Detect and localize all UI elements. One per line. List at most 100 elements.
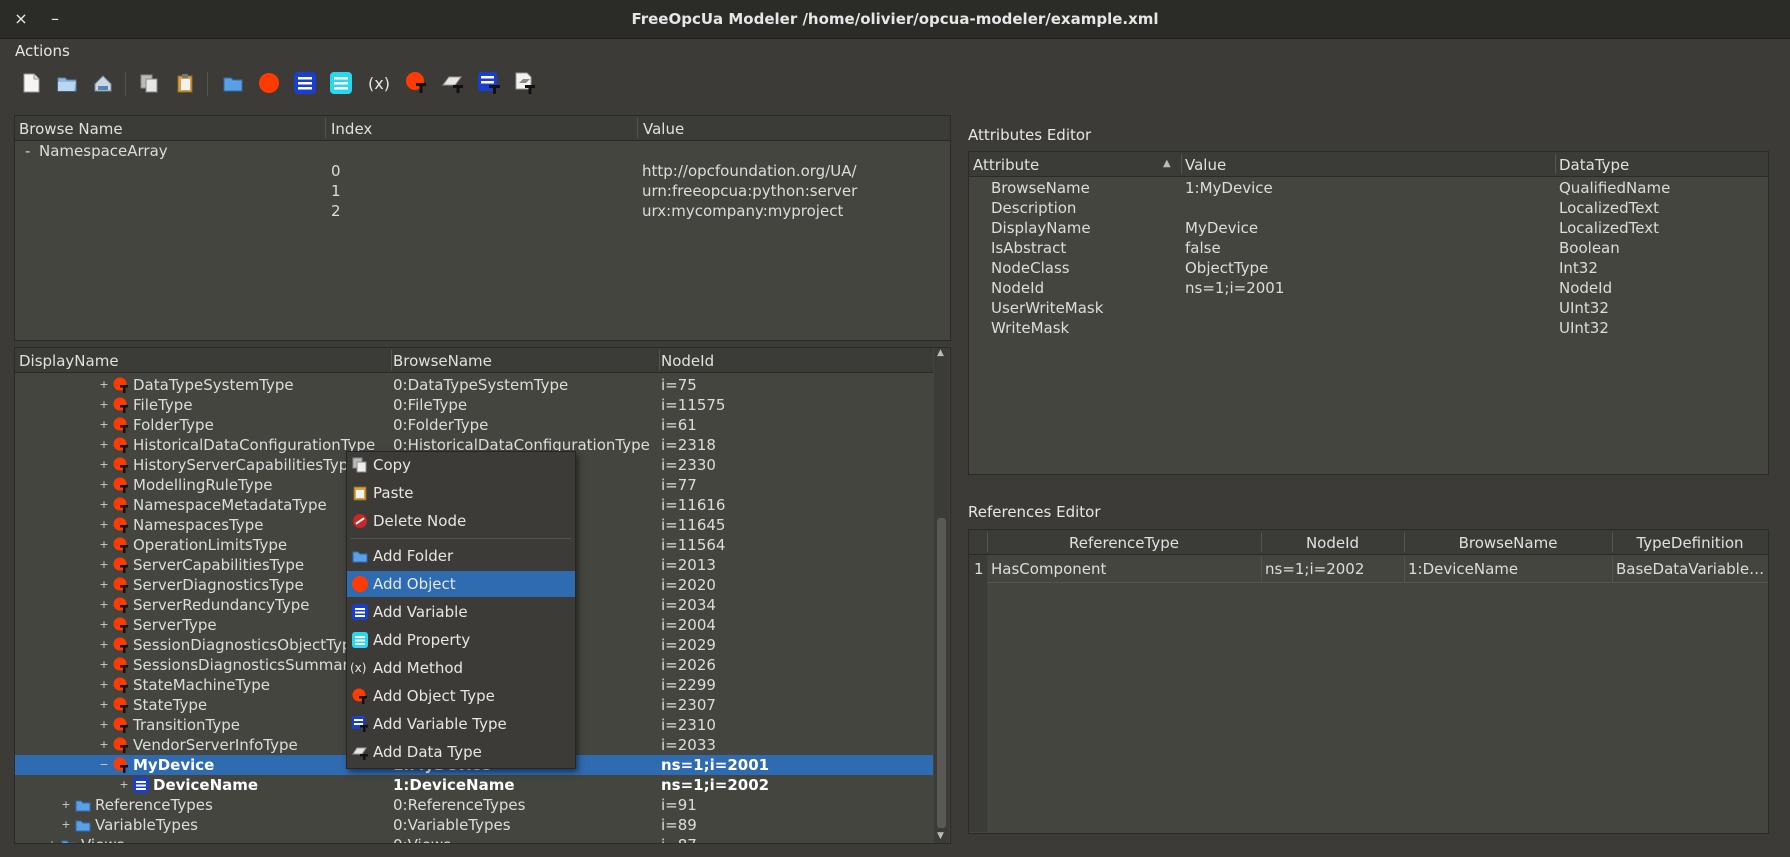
- expand-icon[interactable]: +: [99, 559, 109, 570]
- tree-row[interactable]: + FolderType 0:FolderType i=61: [15, 415, 933, 435]
- reference-row[interactable]: 1 HasComponent ns=1;i=2002 1:DeviceName …: [969, 557, 1768, 583]
- save-icon[interactable]: [90, 70, 116, 96]
- tree-row[interactable]: + DataTypeSystemType 0:DataTypeSystemType i…: [15, 375, 933, 395]
- expand-icon[interactable]: +: [61, 819, 71, 830]
- menu-add-variable-type[interactable]: Add Variable Type: [347, 711, 575, 737]
- tree-row[interactable]: + VariableTypes 0:VariableTypes i=89: [15, 815, 933, 835]
- namespace-row[interactable]: 1 urn:freeopcua:python:server: [15, 182, 950, 202]
- menu-add-object-type[interactable]: Add Object Type: [347, 683, 575, 709]
- expand-icon[interactable]: +: [99, 419, 109, 430]
- expand-icon[interactable]: +: [99, 519, 109, 530]
- expand-icon[interactable]: +: [99, 579, 109, 590]
- menu-copy[interactable]: Copy: [347, 452, 575, 478]
- menu-paste[interactable]: Paste: [347, 480, 575, 506]
- expand-icon[interactable]: +: [47, 839, 57, 843]
- expand-icon[interactable]: +: [99, 459, 109, 470]
- tree-row[interactable]: + DeviceName 1:DeviceName ns=1;i=2002: [15, 775, 933, 795]
- expand-icon[interactable]: +: [99, 639, 109, 650]
- header-display-name[interactable]: DisplayName: [19, 352, 119, 370]
- expand-icon[interactable]: +: [99, 599, 109, 610]
- expand-icon[interactable]: +: [99, 539, 109, 550]
- tree-vertical-scrollbar[interactable]: ▲ ▼: [934, 348, 949, 843]
- reference-type-cell[interactable]: HasComponent: [991, 560, 1106, 578]
- header-browse-name[interactable]: Browse Name: [19, 120, 123, 138]
- attribute-row[interactable]: NodeClass ObjectType Int32: [969, 258, 1768, 278]
- namespace-row[interactable]: 2 urx:mycompany:myproject: [15, 202, 950, 222]
- namespace-root-row[interactable]: - NamespaceArray: [15, 142, 950, 162]
- expand-icon[interactable]: +: [99, 679, 109, 690]
- tree-row[interactable]: + FileType 0:FileType i=11575: [15, 395, 933, 415]
- menu-delete-node[interactable]: Delete Node: [347, 508, 575, 534]
- menu-add-object[interactable]: Add Object: [347, 571, 575, 597]
- menu-actions[interactable]: Actions: [15, 42, 70, 60]
- header-attribute[interactable]: Attribute: [973, 156, 1039, 174]
- reference-nodeid-cell[interactable]: ns=1;i=2002: [1265, 560, 1364, 578]
- header-value[interactable]: Value: [643, 120, 684, 138]
- menu-add-method[interactable]: (x) Add Method: [347, 655, 575, 681]
- menu-add-property[interactable]: Add Property: [347, 627, 575, 653]
- menu-add-folder[interactable]: Add Folder: [347, 543, 575, 569]
- tree-row[interactable]: + ReferenceTypes 0:ReferenceTypes i=91: [15, 795, 933, 815]
- header-reference-type[interactable]: ReferenceType: [987, 534, 1261, 552]
- add-object-type-icon[interactable]: [404, 70, 430, 96]
- attribute-row[interactable]: WriteMask UInt32: [969, 318, 1768, 338]
- copy-icon[interactable]: [136, 70, 162, 96]
- attribute-value-cell[interactable]: ObjectType: [1185, 259, 1268, 277]
- namespace-row[interactable]: 0 http://opcfoundation.org/UA/: [15, 162, 950, 182]
- scroll-thumb[interactable]: [937, 518, 946, 828]
- attribute-row[interactable]: NodeId ns=1;i=2001 NodeId: [969, 278, 1768, 298]
- node-id-cell: i=11564: [661, 536, 726, 554]
- attribute-row[interactable]: Description LocalizedText: [969, 198, 1768, 218]
- tree-row[interactable]: + Views 0:Views i=87: [15, 835, 933, 843]
- attribute-row[interactable]: DisplayName MyDevice LocalizedText: [969, 218, 1768, 238]
- add-property-icon[interactable]: [328, 70, 354, 96]
- attribute-row[interactable]: IsAbstract false Boolean: [969, 238, 1768, 258]
- scroll-up-icon[interactable]: ▲: [937, 348, 944, 358]
- header-datatype[interactable]: DataType: [1559, 156, 1629, 174]
- attribute-value-cell[interactable]: ns=1;i=2001: [1185, 279, 1284, 297]
- header-node-id[interactable]: NodeId: [661, 352, 714, 370]
- add-reference-icon[interactable]: [512, 70, 538, 96]
- expand-icon[interactable]: +: [99, 439, 109, 450]
- paste-icon[interactable]: [172, 70, 198, 96]
- expand-icon[interactable]: +: [99, 739, 109, 750]
- open-folder-icon[interactable]: [54, 70, 80, 96]
- collapse-icon[interactable]: -: [25, 142, 30, 160]
- attribute-row[interactable]: BrowseName 1:MyDevice QualifiedName: [969, 178, 1768, 198]
- add-variable-type-icon[interactable]: [476, 70, 502, 96]
- expand-icon[interactable]: +: [99, 659, 109, 670]
- reference-type-definition-cell[interactable]: BaseDataVariable…: [1616, 560, 1764, 578]
- header-node-id[interactable]: NodeId: [1261, 534, 1404, 552]
- header-value[interactable]: Value: [1185, 156, 1226, 174]
- header-browse-name[interactable]: BrowseName: [1404, 534, 1612, 552]
- expand-icon[interactable]: +: [99, 499, 109, 510]
- expand-icon[interactable]: +: [61, 799, 71, 810]
- expand-icon[interactable]: +: [119, 779, 129, 790]
- attribute-row[interactable]: UserWriteMask UInt32: [969, 298, 1768, 318]
- attribute-value-cell[interactable]: false: [1185, 239, 1221, 257]
- header-index[interactable]: Index: [331, 120, 372, 138]
- add-object-icon[interactable]: [256, 70, 282, 96]
- collapse-icon[interactable]: −: [99, 759, 109, 770]
- add-variable-icon[interactable]: [292, 70, 318, 96]
- menu-add-data-type[interactable]: Add Data Type: [347, 739, 575, 765]
- expand-icon[interactable]: +: [99, 699, 109, 710]
- expand-icon[interactable]: +: [99, 619, 109, 630]
- expand-icon[interactable]: +: [99, 719, 109, 730]
- scroll-down-icon[interactable]: ▼: [937, 831, 944, 841]
- new-file-icon[interactable]: [18, 70, 44, 96]
- expand-icon[interactable]: +: [99, 379, 109, 390]
- object-type-icon: [113, 637, 129, 653]
- expand-icon[interactable]: +: [99, 479, 109, 490]
- add-method-icon[interactable]: (x): [364, 70, 394, 96]
- add-data-type-icon[interactable]: [440, 70, 466, 96]
- attribute-value-cell[interactable]: MyDevice: [1185, 219, 1258, 237]
- header-browse-name[interactable]: BrowseName: [393, 352, 492, 370]
- menu-add-variable[interactable]: Add Variable: [347, 599, 575, 625]
- sort-ascending-icon[interactable]: ▲: [1163, 158, 1171, 169]
- add-folder-icon[interactable]: [220, 70, 246, 96]
- attribute-value-cell[interactable]: 1:MyDevice: [1185, 179, 1273, 197]
- reference-browse-name-cell[interactable]: 1:DeviceName: [1408, 560, 1518, 578]
- expand-icon[interactable]: +: [99, 399, 109, 410]
- header-type-definition[interactable]: TypeDefinition: [1612, 534, 1768, 552]
